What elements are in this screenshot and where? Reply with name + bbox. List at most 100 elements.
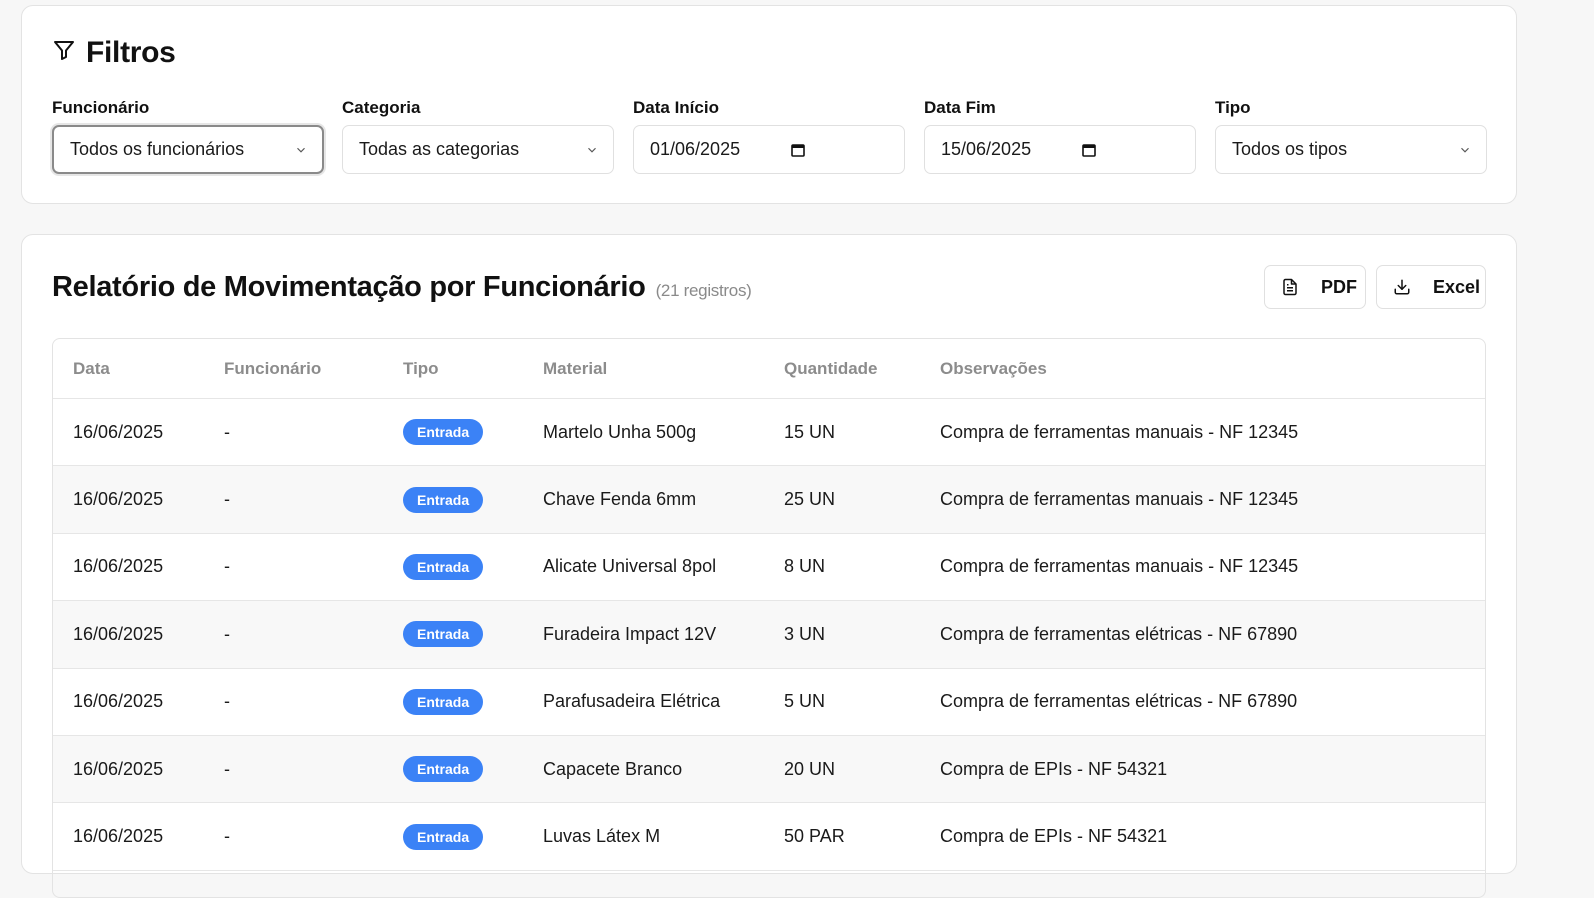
data-inicio-label: Data Início	[633, 98, 719, 117]
cell-quantidade: 5 UN	[784, 691, 826, 712]
cell-quantidade: 20 UN	[784, 758, 836, 779]
categoria-value: Todas as categorias	[359, 139, 520, 159]
report-header: Relatório de Movimentação por Funcionári…	[52, 271, 752, 304]
cell-tipo: Entrada	[403, 601, 484, 667]
cell-funcionario: -	[224, 691, 230, 712]
cell-funcionario: -	[224, 758, 230, 779]
cell-material: Capacete Branco	[543, 758, 683, 779]
data-inicio-input[interactable]: 01/06/2025	[633, 125, 905, 174]
cell-observacoes: Compra de ferramentas manuais - NF 12345	[940, 421, 1299, 442]
filter-data-fim: Data Fim 15/06/2025	[924, 98, 1196, 174]
tipo-badge: Entrada	[403, 621, 484, 648]
funcionario-select[interactable]: Todos os funcionários	[52, 125, 324, 174]
cell-tipo: Entrada	[403, 803, 484, 869]
cell-tipo: Entrada	[403, 736, 484, 802]
table-row[interactable]: 16/06/2025 - Entrada Furadeira Impact 12V 3 …	[53, 601, 1485, 669]
cell-tipo: Entrada	[403, 399, 484, 465]
cell-observacoes: Compra de EPIs - NF 54321	[940, 758, 1168, 779]
calendar-icon[interactable]	[790, 142, 806, 158]
tipo-badge: Entrada	[403, 688, 484, 715]
report-card: Relatório de Movimentação por Funcionári…	[21, 234, 1517, 898]
cell-material: Parafusadeira Elétrica	[543, 691, 721, 712]
categoria-label: Categoria	[342, 98, 421, 117]
col-header-data[interactable]: Data	[73, 339, 110, 398]
excel-label: Excel	[1433, 276, 1481, 297]
tipo-badge: Entrada	[403, 486, 484, 513]
movement-table: Data Funcionário Tipo Material Quantidad…	[52, 338, 1486, 898]
chevron-down-icon	[1458, 143, 1472, 157]
cell-quantidade: 25 UN	[784, 489, 836, 510]
cell-observacoes: Compra de EPIs - NF 54321	[940, 826, 1168, 847]
tipo-badge: Entrada	[403, 419, 484, 446]
filter-icon	[52, 36, 76, 70]
calendar-icon[interactable]	[1081, 142, 1097, 158]
table-row[interactable]: 16/06/2025 - Entrada Chave Fenda 6mm 25 UN Co…	[53, 466, 1485, 534]
col-header-funcionario[interactable]: Funcionário	[224, 339, 321, 398]
report-title: Relatório de Movimentação por Funcionári…	[52, 271, 646, 303]
col-header-tipo[interactable]: Tipo	[403, 339, 439, 398]
filter-funcionario: Funcionário Todos os funcionários	[52, 98, 324, 174]
categoria-select[interactable]: Todas as categorias	[342, 125, 614, 174]
cell-data: 16/06/2025	[73, 691, 164, 712]
table-row[interactable]: 16/06/2025 - Entrada Alicate Universal 8pol…	[53, 534, 1485, 602]
cell-tipo: Entrada	[403, 534, 484, 600]
cell-data: 16/06/2025	[73, 421, 164, 442]
cell-observacoes: Compra de ferramentas manuais - NF 12345	[940, 489, 1299, 510]
cell-data: 16/06/2025	[73, 489, 164, 510]
cell-quantidade: 8 UN	[784, 556, 826, 577]
funcionario-label: Funcionário	[52, 98, 150, 117]
table-row[interactable]: 16/06/2025 - Entrada Martelo Unha 500g 15 UN…	[53, 399, 1485, 467]
pdf-label: PDF	[1321, 276, 1357, 297]
table-row[interactable]: 16/06/2025 - Entrada Luvas Látex M 50 PAR Com…	[53, 803, 1485, 871]
tipo-label: Tipo	[1215, 98, 1251, 117]
tipo-badge: Entrada	[403, 553, 484, 580]
cell-quantidade: 15 UN	[784, 421, 836, 442]
data-inicio-value: 01/06/2025	[650, 139, 741, 159]
tipo-select[interactable]: Todos os tipos	[1215, 125, 1487, 174]
chevron-down-icon	[585, 143, 599, 157]
download-icon	[1393, 278, 1411, 296]
cell-material: Luvas Látex M	[543, 826, 661, 847]
cell-tipo: Entrada	[403, 669, 484, 735]
tipo-badge: Entrada	[403, 823, 484, 850]
cell-quantidade: 3 UN	[784, 623, 826, 644]
chevron-down-icon	[294, 143, 308, 157]
filter-tipo: Tipo Todos os tipos	[1215, 98, 1487, 174]
table-body: 16/06/2025 - Entrada Martelo Unha 500g 15 UN…	[53, 399, 1485, 871]
col-header-quantidade[interactable]: Quantidade	[784, 339, 878, 398]
cell-data: 16/06/2025	[73, 623, 164, 644]
cell-quantidade: 50 PAR	[784, 826, 845, 847]
cell-funcionario: -	[224, 623, 230, 644]
table-row[interactable]: 16/06/2025 - Entrada Capacete Branco 20 UN Co…	[53, 735, 1485, 804]
table-header-row: Data Funcionário Tipo Material Quantidad…	[53, 339, 1485, 399]
file-text-icon	[1281, 278, 1299, 296]
cell-material: Furadeira Impact 12V	[543, 623, 717, 644]
col-header-observacoes[interactable]: Observações	[940, 339, 1047, 398]
filters-card: Filtros Funcionário Todos os funcionário…	[21, 5, 1517, 204]
cell-data: 16/06/2025	[73, 758, 164, 779]
cell-observacoes: Compra de ferramentas elétricas - NF 678…	[940, 691, 1298, 712]
cell-data: 16/06/2025	[73, 556, 164, 577]
data-fim-label: Data Fim	[924, 98, 996, 117]
table-row[interactable]: 16/06/2025 - Entrada Parafusadeira Elétrica…	[53, 669, 1485, 736]
col-header-material[interactable]: Material	[543, 339, 607, 398]
filters-header: Filtros	[52, 36, 176, 70]
export-pdf-button[interactable]: PDF	[1264, 265, 1366, 309]
cell-observacoes: Compra de ferramentas elétricas - NF 678…	[940, 623, 1298, 644]
cell-material: Martelo Unha 500g	[543, 421, 697, 442]
cell-funcionario: -	[224, 556, 230, 577]
filters-title: Filtros	[86, 36, 176, 69]
data-fim-value: 15/06/2025	[941, 139, 1032, 159]
filter-categoria: Categoria Todas as categorias	[342, 98, 614, 174]
cell-funcionario: -	[224, 489, 230, 510]
cell-funcionario: -	[224, 826, 230, 847]
cell-tipo: Entrada	[403, 466, 484, 532]
cell-funcionario: -	[224, 421, 230, 442]
cell-material: Alicate Universal 8pol	[543, 556, 717, 577]
cell-observacoes: Compra de ferramentas manuais - NF 12345	[940, 556, 1299, 577]
data-fim-input[interactable]: 15/06/2025	[924, 125, 1196, 174]
funcionario-value: Todos os funcionários	[70, 139, 245, 159]
record-count: (21 registros)	[655, 281, 752, 300]
tipo-value: Todos os tipos	[1232, 139, 1348, 159]
export-excel-button[interactable]: Excel	[1376, 265, 1486, 309]
